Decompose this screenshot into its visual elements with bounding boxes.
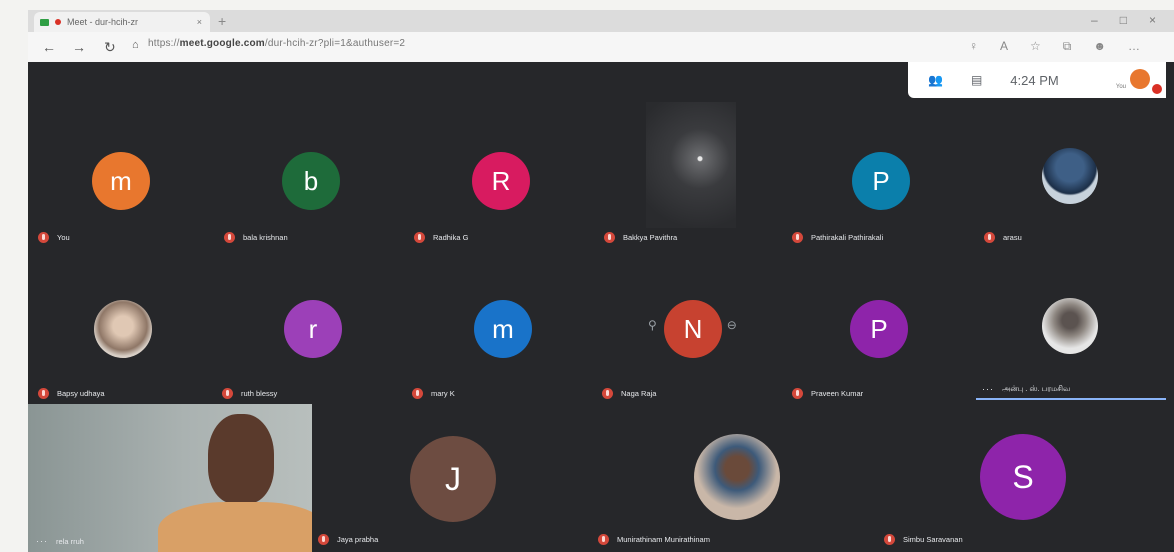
mic-permission-icon[interactable]: ♀: [969, 39, 978, 54]
participant-name: அன்பு . ஸ். பரமசிவ: [1002, 384, 1071, 393]
collections-icon[interactable]: ⧉: [1063, 39, 1072, 54]
participant-tile[interactable]: m mary K: [408, 242, 598, 402]
minimize-icon[interactable]: –: [1091, 13, 1098, 27]
mic-muted-icon: [38, 388, 49, 399]
participant-name: Bapsy udhaya: [57, 389, 105, 398]
avatar-photo: [1042, 148, 1098, 204]
mic-muted-icon: [318, 534, 329, 545]
more-options-icon[interactable]: ···: [982, 384, 994, 394]
remove-icon[interactable]: ⊖: [727, 318, 737, 332]
participant-tile[interactable]: P Praveen Kumar: [788, 242, 978, 402]
mic-muted-icon: [602, 388, 613, 399]
camera-feed: [646, 102, 736, 228]
more-options-icon[interactable]: ···: [36, 536, 48, 546]
participant-tile[interactable]: N ⚲ ⊖ Naga Raja: [598, 242, 788, 402]
more-menu-icon[interactable]: …: [1128, 39, 1140, 54]
chat-icon[interactable]: ▤: [971, 73, 982, 87]
pin-icon[interactable]: ⚲: [648, 318, 657, 332]
participant-name: Naga Raja: [621, 389, 657, 398]
tab-title: Meet - dur-hcih-zr: [67, 17, 139, 27]
avatar: P: [852, 152, 910, 210]
meet-favicon-icon: [40, 18, 49, 26]
avatar-photo: [694, 434, 780, 520]
reload-icon[interactable]: ↻: [104, 39, 116, 56]
recording-dot-icon: [55, 19, 61, 25]
participant-name: arasu: [1003, 233, 1022, 242]
avatar: R: [472, 152, 530, 210]
participant-name: bala krishnan: [243, 233, 288, 242]
mic-muted-icon: [884, 534, 895, 545]
person-body: [158, 502, 312, 552]
close-tab-icon[interactable]: ×: [197, 17, 202, 27]
maximize-icon[interactable]: □: [1120, 13, 1127, 27]
close-window-icon[interactable]: ×: [1149, 13, 1156, 27]
avatar: b: [282, 152, 340, 210]
mic-muted-icon: [222, 388, 233, 399]
avatar: S: [980, 434, 1066, 520]
participant-tile[interactable]: S Simbu Saravanan: [880, 404, 1174, 552]
participant-name: Pathirakali Pathirakali: [811, 233, 884, 242]
reader-icon[interactable]: A: [1000, 39, 1008, 54]
participant-tile[interactable]: J Jaya prabha: [314, 404, 594, 552]
favorite-star-icon[interactable]: ☆: [1030, 39, 1041, 54]
participant-name: ruth blessy: [241, 389, 278, 398]
browser-tab[interactable]: Meet - dur-hcih-zr ×: [34, 12, 210, 32]
back-icon[interactable]: ←: [42, 39, 56, 55]
avatar: r: [284, 300, 342, 358]
participant-tile[interactable]: arasu: [978, 102, 1174, 243]
lock-icon[interactable]: ⌂: [132, 39, 139, 51]
avatar-photo: [94, 300, 152, 358]
participant-tile[interactable]: b bala krishnan: [218, 102, 408, 243]
participant-name: mary K: [431, 389, 455, 398]
participant-tile[interactable]: ··· அன்பு . ஸ். பரமசிவ: [978, 242, 1174, 402]
participant-name: Radhika G: [433, 233, 469, 242]
participant-name: rela rruh: [56, 536, 84, 546]
person-face: [208, 414, 274, 504]
mic-muted-icon: [792, 388, 803, 399]
new-tab-icon[interactable]: +: [218, 13, 226, 29]
mic-muted-icon: [412, 388, 423, 399]
mic-muted-icon: [598, 534, 609, 545]
avatar: m: [92, 152, 150, 210]
participant-tile[interactable]: P Pathirakali Pathirakali: [788, 102, 978, 243]
avatar: m: [474, 300, 532, 358]
participant-tile[interactable]: m You: [28, 102, 218, 243]
forward-icon[interactable]: →: [72, 39, 86, 55]
participant-tile[interactable]: Bakkya Pavithra: [598, 102, 788, 243]
avatar: J: [410, 436, 496, 522]
participant-name: Simbu Saravanan: [903, 535, 963, 544]
participant-video-feed[interactable]: ··· rela rruh: [28, 404, 312, 552]
participant-tile[interactable]: r ruth blessy: [218, 242, 408, 402]
participant-name: You: [57, 233, 70, 242]
meet-top-bar: 👥 ▤ 4:24 PM You: [908, 62, 1166, 98]
participant-name: Bakkya Pavithra: [623, 233, 678, 242]
self-status-dot: [1152, 84, 1162, 94]
participant-tile[interactable]: Munirathinam Munirathinam: [594, 404, 880, 552]
participant-name: Jaya prabha: [337, 535, 379, 544]
participant-tile[interactable]: R Radhika G: [408, 102, 598, 243]
tile-hover-controls: ⚲ ⊖: [648, 318, 737, 332]
address-bar[interactable]: https://meet.google.com/dur-hcih-zr?pli=…: [148, 38, 405, 49]
avatar: P: [850, 300, 908, 358]
participant-tile[interactable]: Bapsy udhaya: [28, 242, 218, 402]
browser-nav-bar: ← → ↻ ⌂ https://meet.google.com/dur-hcih…: [28, 32, 1174, 63]
participant-name: Praveen Kumar: [811, 389, 864, 398]
meet-call-grid: 👥 ▤ 4:24 PM You m You b bala krishnan R …: [28, 62, 1174, 552]
avatar-photo: [1042, 298, 1098, 354]
you-label: You: [1115, 84, 1126, 90]
self-avatar[interactable]: [1130, 69, 1150, 89]
profile-icon[interactable]: ☻: [1093, 39, 1106, 54]
people-icon[interactable]: 👥: [928, 73, 943, 87]
clock-time: 4:24 PM: [1010, 72, 1059, 88]
browser-tab-bar: Meet - dur-hcih-zr × + – □ ×: [28, 10, 1174, 32]
participant-name: Munirathinam Munirathinam: [617, 535, 710, 544]
speaking-indicator: [976, 398, 1166, 400]
